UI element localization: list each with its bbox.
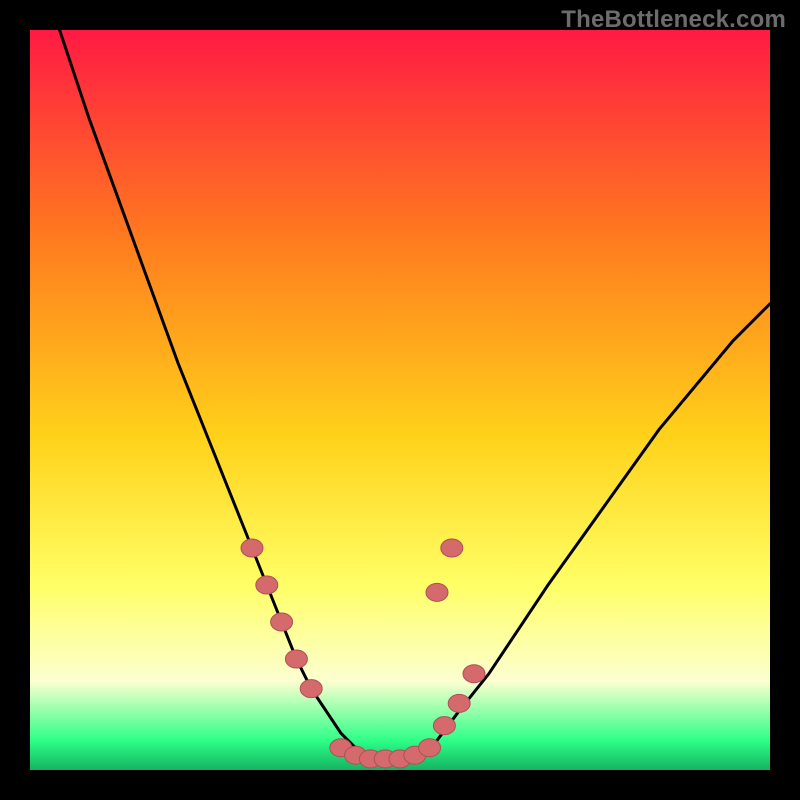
curve-marker xyxy=(463,665,485,683)
curve-marker xyxy=(271,613,293,631)
curve-marker xyxy=(426,583,448,601)
curve-marker xyxy=(433,717,455,735)
curve-marker xyxy=(300,680,322,698)
curve-marker xyxy=(285,650,307,668)
chart-frame xyxy=(30,30,770,770)
gradient-background xyxy=(30,30,770,770)
bottleneck-chart xyxy=(30,30,770,770)
curve-marker xyxy=(256,576,278,594)
curve-marker xyxy=(419,739,441,757)
curve-marker xyxy=(448,694,470,712)
curve-marker xyxy=(241,539,263,557)
curve-marker xyxy=(441,539,463,557)
